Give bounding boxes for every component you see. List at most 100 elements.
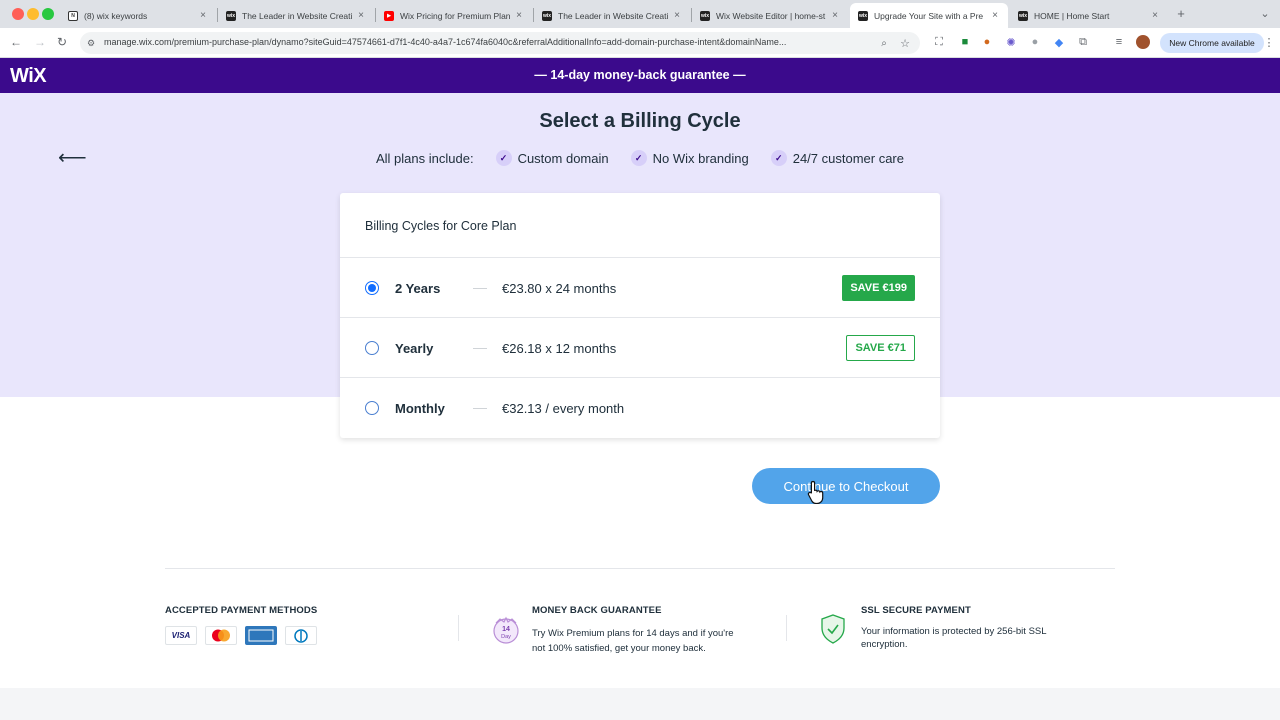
browser-tab[interactable]: wix The Leader in Website Creati × (218, 3, 374, 28)
tab-title: The Leader in Website Creati (558, 10, 668, 21)
ssl-text: encryption. (861, 639, 908, 650)
money-back-text: not 100% satisfied, get your money back. (532, 643, 706, 654)
mastercard-icon (205, 626, 237, 645)
notion-icon: N (68, 10, 78, 21)
address-bar[interactable]: ⚙ manage.wix.com/premium-purchase-plan/d… (80, 32, 920, 54)
wix-icon: wix (542, 10, 552, 21)
diners-icon (285, 626, 317, 645)
radio-button[interactable] (365, 341, 379, 355)
money-back-title: MONEY BACK GUARANTEE (532, 605, 662, 616)
money-back-text: Try Wix Premium plans for 14 days and if… (532, 628, 734, 639)
hand-cursor-icon (807, 480, 824, 504)
close-tab-icon[interactable]: × (514, 10, 524, 21)
reading-list-icon[interactable]: ≡ (1112, 35, 1126, 49)
option-price: €23.80 x 24 months (502, 281, 617, 296)
tab-title: Wix Pricing for Premium Plan (400, 10, 510, 21)
include-item-label: No Wix branding (652, 150, 749, 166)
include-item-label: 24/7 customer care (792, 150, 904, 166)
wix-icon: wix (1018, 10, 1028, 21)
youtube-icon: ▶ (384, 10, 394, 21)
option-price: €26.18 x 12 months (502, 341, 617, 356)
footer-separator (458, 615, 459, 641)
billing-option-monthly[interactable]: Monthly €32.13 / every month (340, 378, 940, 438)
fourteen-day-badge-icon: 14 Day (493, 616, 519, 644)
option-price: €32.13 / every month (502, 401, 625, 416)
site-settings-icon[interactable]: ⚙ (84, 36, 98, 50)
new-chrome-available-button[interactable]: New Chrome available (1160, 33, 1264, 53)
tab-title: The Leader in Website Creati (242, 10, 352, 21)
wix-icon: wix (226, 10, 236, 21)
screenshot-icon[interactable]: ⛶ (932, 35, 946, 49)
bookmark-star-icon[interactable]: ☆ (898, 36, 912, 50)
new-tab-icon[interactable]: + (1174, 6, 1188, 21)
back-icon[interactable]: ← (10, 35, 22, 49)
radio-button-selected[interactable] (365, 281, 379, 295)
svg-text:14: 14 (502, 626, 510, 633)
browser-tab[interactable]: wix HOME | Home Start × (1010, 3, 1168, 28)
close-tab-icon[interactable]: × (198, 10, 208, 21)
more-menu-icon[interactable]: ⋮ (1262, 35, 1276, 49)
tab-title: Upgrade Your Site with a Pre (874, 10, 984, 21)
separator (473, 408, 487, 409)
shield-check-icon (821, 614, 845, 644)
minimize-window-button[interactable] (27, 8, 39, 20)
check-icon: ✓ (770, 150, 787, 166)
page-bottom-strip (0, 688, 1280, 720)
amex-icon (245, 626, 277, 645)
billing-option-2-years[interactable]: 2 Years €23.80 x 24 months SAVE €199 (340, 258, 940, 318)
forward-icon[interactable]: → (34, 35, 46, 49)
avatar[interactable] (1136, 35, 1150, 49)
tab-title: Wix Website Editor | home-st (716, 10, 826, 21)
extensions-puzzle-icon[interactable]: ⧉ (1076, 35, 1090, 49)
card-title: Billing Cycles for Core Plan (340, 193, 940, 258)
save-badge: SAVE €199 (842, 275, 915, 301)
tab-title: (8) wix keywords (84, 10, 148, 21)
include-item-label: Custom domain (517, 150, 609, 166)
footer-separator (786, 615, 787, 641)
check-icon: ✓ (630, 150, 647, 166)
tab-search-chevron-icon[interactable]: ⌄ (1258, 6, 1272, 20)
save-badge: SAVE €71 (846, 335, 915, 361)
extension-icon[interactable]: ◆ (1052, 35, 1066, 49)
browser-tab[interactable]: ▶ Wix Pricing for Premium Plan × (376, 3, 532, 28)
url-text: manage.wix.com/premium-purchase-plan/dyn… (104, 37, 787, 47)
includes-label: All plans include: (376, 150, 474, 166)
radio-button[interactable] (365, 401, 379, 415)
payment-methods-title: ACCEPTED PAYMENT METHODS (165, 605, 318, 616)
close-tab-icon[interactable]: × (990, 10, 1000, 21)
footer-divider (165, 568, 1115, 569)
browser-tab-strip: N (8) wix keywords × wix The Leader in W… (0, 0, 1280, 28)
plan-includes: All plans include: ✓ Custom domain ✓ No … (0, 150, 1280, 166)
maximize-window-button[interactable] (42, 8, 54, 20)
include-item: ✓ Custom domain (495, 150, 609, 166)
wix-icon: wix (858, 10, 868, 21)
continue-to-checkout-button[interactable]: Continue to Checkout (752, 468, 940, 504)
wix-icon: wix (700, 10, 710, 21)
reload-icon[interactable]: ↻ (57, 35, 67, 49)
browser-tab-active[interactable]: wix Upgrade Your Site with a Pre × (850, 3, 1008, 28)
extension-icon[interactable]: ■ (958, 35, 972, 49)
close-tab-icon[interactable]: × (830, 10, 840, 21)
ssl-title: SSL SECURE PAYMENT (861, 605, 971, 616)
billing-cycle-card: Billing Cycles for Core Plan 2 Years €23… (340, 193, 940, 438)
option-label: Monthly (395, 401, 445, 416)
check-icon: ✓ (495, 150, 512, 166)
option-label: Yearly (395, 341, 434, 356)
close-window-button[interactable] (12, 8, 24, 20)
browser-tab[interactable]: N (8) wix keywords × (60, 3, 216, 28)
extension-icon[interactable]: ✺ (1004, 35, 1018, 49)
extension-icon[interactable]: ● (1028, 35, 1042, 49)
billing-option-yearly[interactable]: Yearly €26.18 x 12 months SAVE €71 (340, 318, 940, 378)
include-item: ✓ No Wix branding (630, 150, 749, 166)
separator (473, 348, 487, 349)
close-tab-icon[interactable]: × (672, 10, 682, 21)
close-tab-icon[interactable]: × (1150, 10, 1160, 21)
browser-tab[interactable]: wix The Leader in Website Creati × (534, 3, 690, 28)
zoom-icon[interactable]: ⌕ (877, 36, 891, 50)
tab-title: HOME | Home Start (1034, 10, 1110, 21)
include-item: ✓ 24/7 customer care (770, 150, 904, 166)
wix-header: WiX — 14-day money-back guarantee — (0, 58, 1280, 93)
close-tab-icon[interactable]: × (356, 10, 366, 21)
browser-tab[interactable]: wix Wix Website Editor | home-st × (692, 3, 848, 28)
extension-icon[interactable]: ● (980, 35, 994, 49)
